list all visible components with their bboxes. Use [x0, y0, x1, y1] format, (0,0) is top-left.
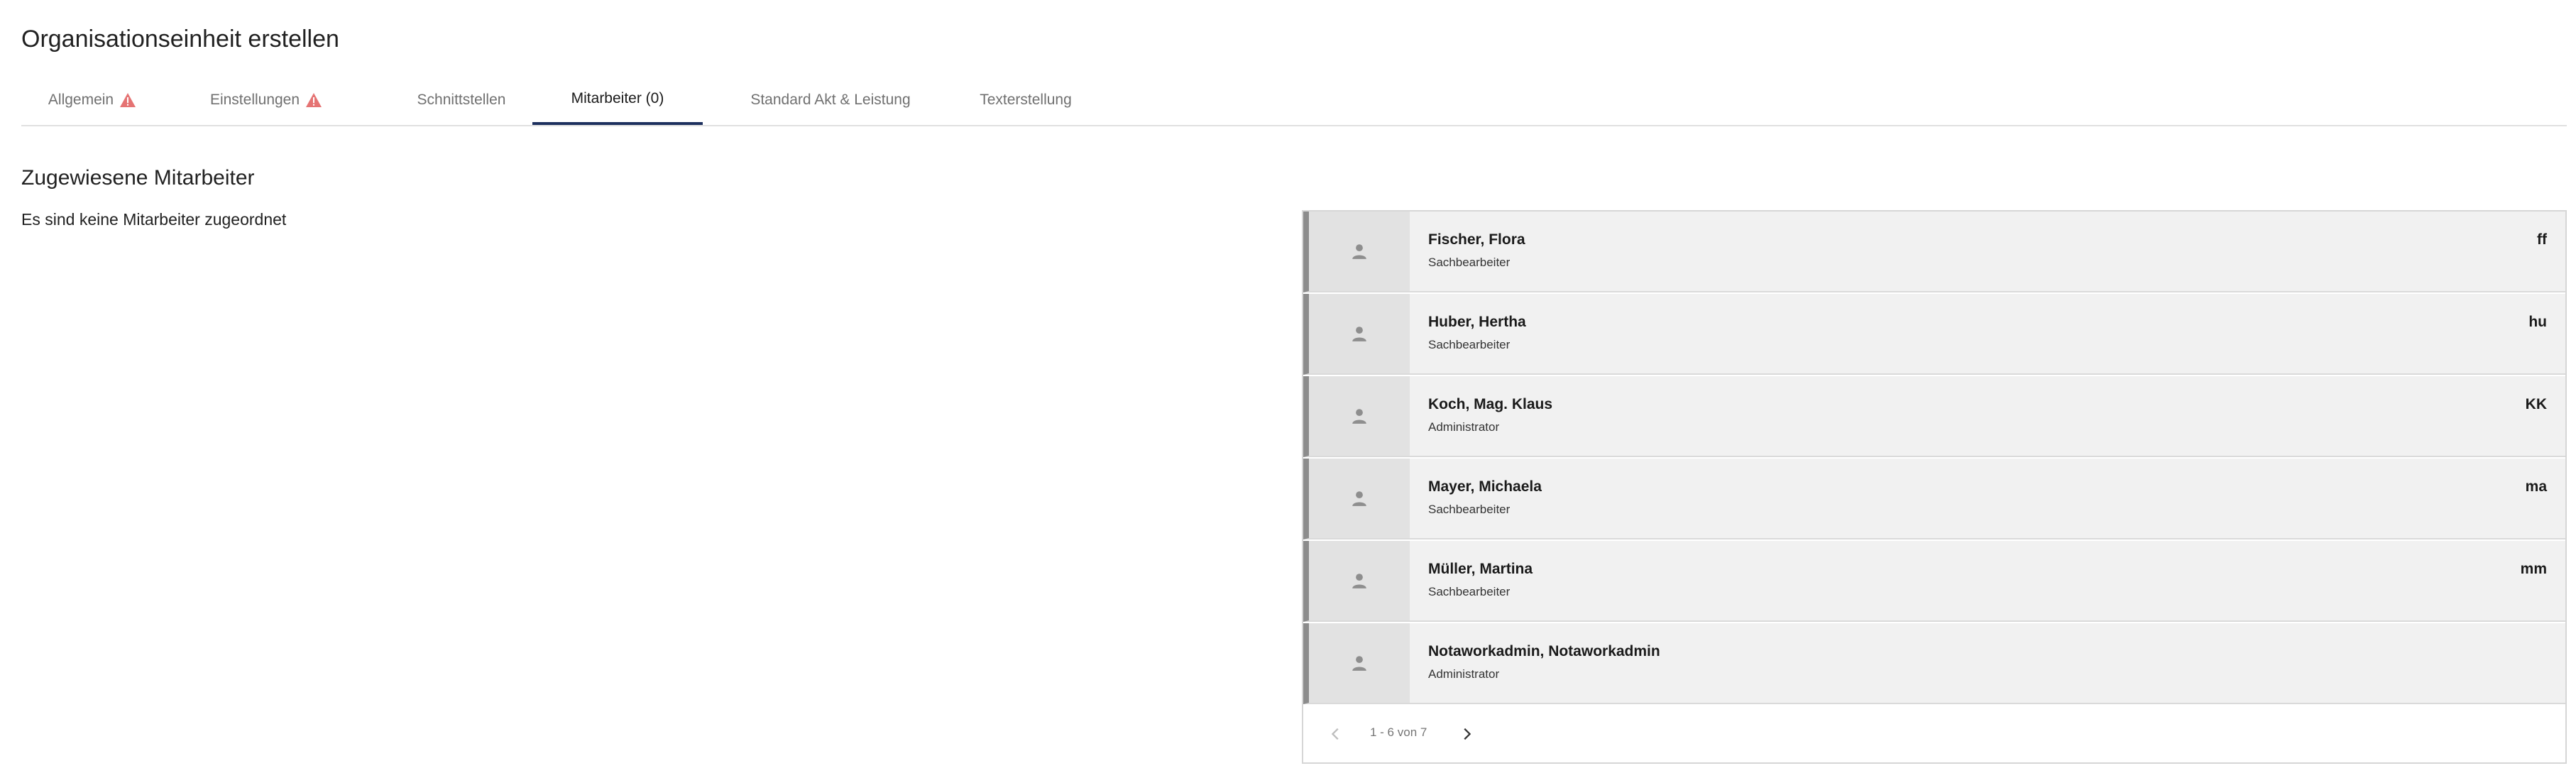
tab-einstellungen[interactable]: Einstellungen: [177, 75, 355, 125]
section-title: Zugewiesene Mitarbeiter: [21, 166, 255, 190]
person-icon: [1352, 656, 1366, 671]
avatar: [1309, 376, 1410, 456]
tab-label: Einstellungen: [209, 92, 300, 108]
employee-initials: KK: [2525, 396, 2547, 412]
employee-name: Koch, Mag. Klaus: [1428, 396, 1553, 412]
employee-role: Sachbearbeiter: [1428, 256, 1511, 269]
employee-role: Administrator: [1428, 667, 1500, 681]
employee-name: Notaworkadmin, Notaworkadmin: [1428, 643, 1660, 659]
tab-label: Mitarbeiter (0): [571, 90, 664, 106]
employee-list-item[interactable]: Mayer, Michaela Sachbearbeiter ma: [1303, 459, 2565, 539]
employee-name: Mayer, Michaela: [1428, 478, 1542, 495]
next-page-button[interactable]: [1452, 720, 1481, 748]
tab-texterstellung[interactable]: Texterstellung: [944, 75, 1107, 125]
employee-list-item[interactable]: Huber, Hertha Sachbearbeiter hu: [1303, 294, 2565, 375]
avatar: [1309, 294, 1410, 373]
employee-name: Müller, Martina: [1428, 561, 1533, 577]
empty-state-text: Es sind keine Mitarbeiter zugeordnet: [21, 210, 287, 229]
chevron-left-icon: [1331, 728, 1339, 740]
employee-list-panel: Fischer, Flora Sachbearbeiter ff Huber, …: [1302, 210, 2567, 764]
person-icon: [1352, 491, 1366, 506]
employee-initials: ma: [2525, 478, 2547, 495]
employee-initials: mm: [2520, 561, 2547, 577]
employee-list-item[interactable]: Müller, Martina Sachbearbeiter mm: [1303, 541, 2565, 622]
employee-initials: hu: [2528, 314, 2547, 330]
employee-list-item[interactable]: Fischer, Flora Sachbearbeiter ff: [1303, 212, 2565, 292]
pagination: 1 - 6 von 7: [1303, 706, 2565, 762]
employee-role: Sachbearbeiter: [1428, 585, 1511, 598]
avatar: [1309, 212, 1410, 291]
person-icon: [1352, 244, 1366, 259]
tab-label: Allgemein: [48, 92, 114, 108]
tab-standard-akt-leistung[interactable]: Standard Akt & Leistung: [717, 75, 944, 125]
warning-icon: [306, 93, 322, 107]
avatar: [1309, 459, 1410, 538]
avatar: [1309, 541, 1410, 620]
tab-label: Standard Akt & Leistung: [750, 92, 911, 108]
tab-label: Texterstellung: [980, 92, 1072, 108]
pagination-range: 1 - 6 von 7: [1370, 725, 1427, 739]
previous-page-button[interactable]: [1322, 720, 1350, 748]
employee-name: Huber, Hertha: [1428, 314, 1526, 330]
tab-mitarbeiter[interactable]: Mitarbeiter (0): [532, 75, 703, 125]
warning-icon: [120, 93, 136, 107]
employee-name: Fischer, Flora: [1428, 231, 1525, 248]
tab-allgemein[interactable]: Allgemein: [21, 75, 163, 125]
tab-label: Schnittstellen: [417, 92, 506, 108]
employee-role: Sachbearbeiter: [1428, 338, 1511, 351]
employee-role: Administrator: [1428, 420, 1500, 434]
chevron-right-icon: [1464, 728, 1471, 740]
employee-list-item[interactable]: Notaworkadmin, Notaworkadmin Administrat…: [1303, 623, 2565, 704]
avatar: [1309, 623, 1410, 703]
person-icon: [1352, 409, 1366, 424]
page-title: Organisationseinheit erstellen: [21, 26, 339, 53]
tab-bar: Allgemein Einstellungen Schnittstellen M…: [21, 75, 2567, 126]
employee-initials: ff: [2537, 231, 2547, 248]
employee-list-item[interactable]: Koch, Mag. Klaus Administrator KK: [1303, 376, 2565, 457]
employee-list: Fischer, Flora Sachbearbeiter ff Huber, …: [1303, 212, 2565, 706]
person-icon: [1352, 327, 1366, 341]
person-icon: [1352, 574, 1366, 588]
employee-role: Sachbearbeiter: [1428, 503, 1511, 516]
tab-schnittstellen[interactable]: Schnittstellen: [376, 75, 547, 125]
